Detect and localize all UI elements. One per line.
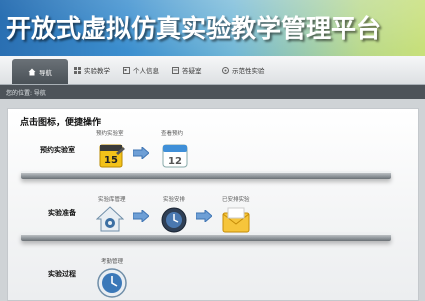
caption-reserve-lab: 预约实验室 (96, 131, 124, 137)
experiment-library-house-icon[interactable] (96, 205, 124, 233)
reserve-lab-calendar-icon[interactable]: 15 (98, 141, 126, 169)
arrow-right-icon (196, 210, 212, 222)
nav-tab-home[interactable]: 导航 (12, 59, 68, 84)
arrow-right-icon (133, 210, 149, 222)
caption-experiment-schedule: 实验安排 (163, 197, 186, 203)
nav-tab-experiment-teaching-label: 实验教学 (84, 67, 110, 75)
caption-scheduled-experiments: 已安排实验 (222, 197, 250, 203)
experiment-schedule-clock-icon[interactable] (160, 206, 188, 234)
arrow-right-icon (133, 147, 149, 159)
svg-text:12: 12 (168, 156, 182, 167)
nav-tab-experiment-teaching[interactable]: 实验教学 (74, 61, 110, 79)
nav-tab-home-label: 导航 (39, 68, 52, 77)
breadcrumb: 您的位置: 导航 (0, 85, 425, 99)
caption-attendance-management: 考勤管理 (101, 259, 124, 265)
scheduled-experiments-envelope-icon[interactable] (222, 206, 250, 234)
nav-tab-demo-experiment-label: 示范性实验 (232, 67, 265, 75)
top-nav: 导航 实验教学 个人信息 答疑室 示范性实验 (0, 56, 425, 85)
header-banner: 开放式虚拟仿真实验教学管理平台 (0, 0, 425, 56)
nav-tab-personal-info-label: 个人信息 (133, 67, 159, 75)
breadcrumb-text: 您的位置: 导航 (6, 90, 46, 97)
home-icon (28, 68, 36, 75)
row-label-reserve-lab: 预约实验室 (40, 145, 75, 154)
nav-tab-personal-info[interactable]: 个人信息 (123, 61, 159, 79)
nav-tab-qa-room-label: 答疑室 (182, 67, 202, 75)
caption-view-reservation: 查看预约 (161, 131, 184, 137)
attendance-clock-icon[interactable] (96, 267, 128, 299)
qa-room-icon (172, 66, 179, 74)
main-panel: 点击图标，便捷操作 预约实验室 预约实验室 15 查看预约 12 实验准备 实验… (7, 108, 419, 301)
demo-icon (222, 66, 229, 74)
profile-card-icon (123, 66, 130, 74)
nav-tab-demo-experiment[interactable]: 示范性实验 (222, 61, 265, 79)
page-heading: 点击图标，便捷操作 (20, 118, 102, 128)
svg-text:15: 15 (104, 155, 118, 166)
caption-experiment-library: 实验库管理 (98, 197, 126, 203)
shelf-divider (21, 171, 391, 179)
view-reservation-calendar-icon[interactable]: 12 (161, 141, 189, 169)
row-label-experiment-process: 实验过程 (48, 269, 76, 278)
platform-title: 开放式虚拟仿真实验教学管理平台 (6, 14, 382, 43)
nav-tab-qa-room[interactable]: 答疑室 (172, 61, 202, 79)
grid-icon (74, 66, 81, 74)
row-label-experiment-prep: 实验准备 (48, 208, 76, 217)
shelf-divider (21, 233, 391, 241)
